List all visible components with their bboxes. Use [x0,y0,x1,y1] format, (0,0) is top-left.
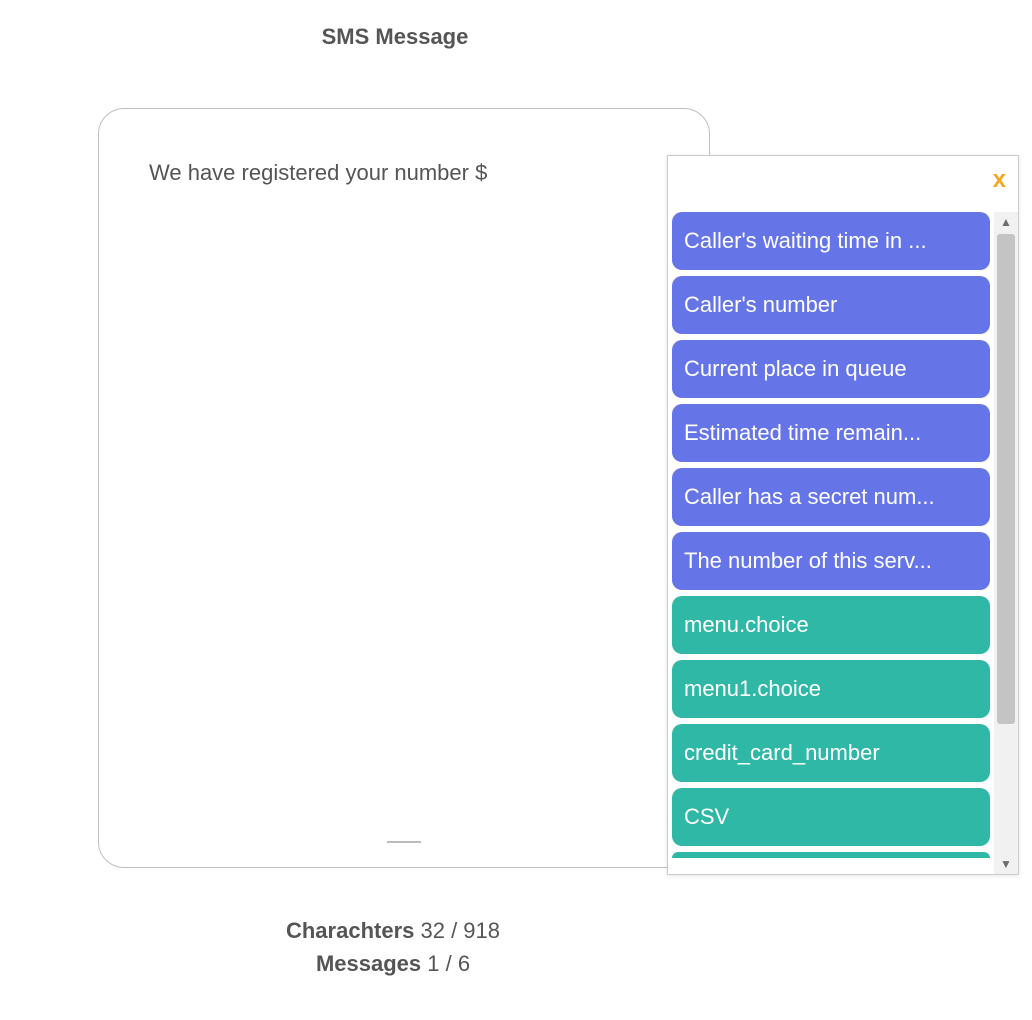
scroll-down-icon[interactable]: ▼ [994,854,1018,874]
variable-option[interactable]: CSV [672,788,990,846]
footer-stats: Charachters 32 / 918 Messages 1 / 6 [0,914,786,980]
sms-editor[interactable]: We have registered your number $ [98,108,710,868]
variable-option[interactable]: menu.choice [672,596,990,654]
sms-editor-text: We have registered your number $ [149,159,659,188]
popup-header: x [668,156,1018,212]
messages-value: 1 / 6 [427,951,470,976]
variable-option[interactable]: Estimated time remain... [672,404,990,462]
messages-label: Messages [316,951,421,976]
scroll-thumb[interactable] [997,234,1015,724]
page-title: SMS Message [0,24,790,50]
variable-option[interactable] [672,852,990,858]
variable-option[interactable]: Current place in queue [672,340,990,398]
variable-option[interactable]: menu1.choice [672,660,990,718]
scroll-up-icon[interactable]: ▲ [994,212,1018,232]
characters-label: Charachters [286,918,414,943]
variable-list: Caller's waiting time in ... Caller's nu… [668,212,994,874]
resize-handle[interactable] [387,841,421,843]
close-icon[interactable]: x [993,168,1006,192]
scrollbar[interactable]: ▲ ▼ [994,212,1018,874]
variable-option[interactable]: Caller has a secret num... [672,468,990,526]
variable-option[interactable]: The number of this serv... [672,532,990,590]
characters-value: 32 / 918 [421,918,501,943]
variable-option[interactable]: credit_card_number [672,724,990,782]
variable-picker-popup: x Caller's waiting time in ... Caller's … [667,155,1019,875]
variable-option[interactable]: Caller's waiting time in ... [672,212,990,270]
variable-option[interactable]: Caller's number [672,276,990,334]
